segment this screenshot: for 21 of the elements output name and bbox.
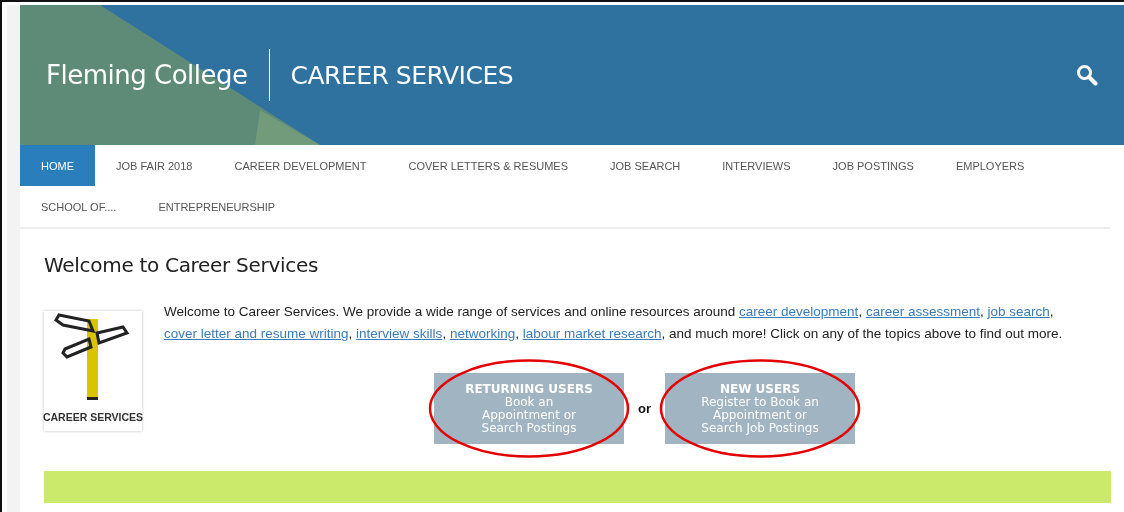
page-heading: Welcome to Career Services (44, 253, 319, 277)
nav-tab[interactable]: JOB POSTINGS (811, 145, 935, 186)
topic-link[interactable]: cover letter and resume writing (164, 326, 349, 341)
nav-tab[interactable]: JOB SEARCH (589, 145, 702, 186)
topic-link[interactable]: job search (987, 304, 1050, 319)
search-icon[interactable] (1076, 64, 1098, 86)
site-title: CAREER SERVICES (290, 60, 514, 90)
nav-tab[interactable]: ENTREPRENEURSHIP (137, 186, 297, 227)
logo-caption: CAREER SERVICES (42, 411, 144, 423)
nav-tab[interactable]: CAREER DEVELOPMENT (213, 145, 388, 186)
nav-tab[interactable]: JOB FAIR 2018 (95, 145, 214, 186)
topic-link[interactable]: labour market research (522, 326, 662, 341)
nav-tab[interactable]: HOME (20, 145, 95, 186)
nav-tab[interactable]: EMPLOYERS (934, 145, 1046, 186)
nav-tab[interactable]: INTERVIEWS (701, 145, 812, 186)
intro-paragraph: Welcome to Career Services. We provide a wide range of services and online resources around career development, career assessment, job search, cover letter and resume writing, interview skills, networking, labour market research, and much more! Click on any of the topics above to find out more. (164, 303, 1064, 343)
topic-link[interactable]: career assessment (865, 304, 980, 319)
nav-tab[interactable]: COVER LETTERS & RESUMES (387, 145, 589, 186)
nav-tab[interactable]: SCHOOL OF.... (20, 186, 138, 227)
or-label: or (638, 401, 651, 416)
college-name: Fleming College (46, 49, 271, 101)
